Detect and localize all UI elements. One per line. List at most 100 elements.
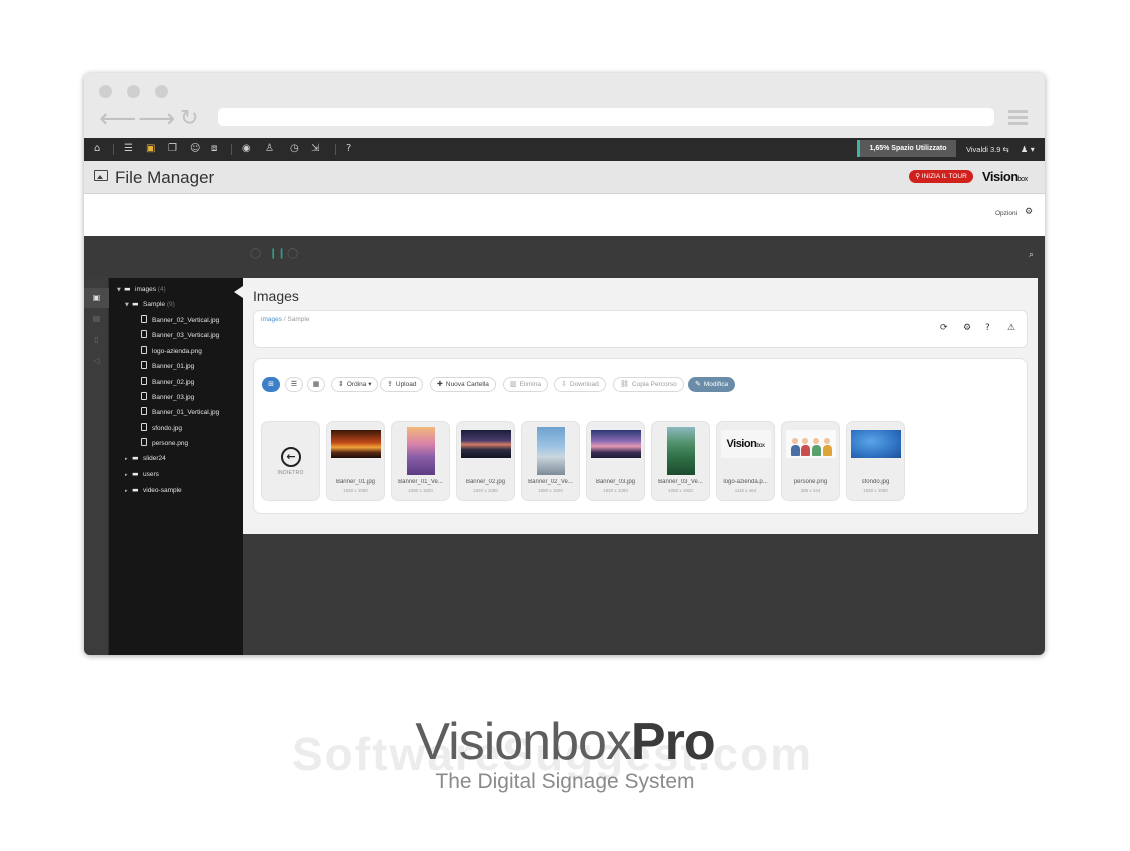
tree-file[interactable]: Banner_02_Vertical.jpg: [141, 315, 219, 326]
help-icon[interactable]: ?: [346, 142, 351, 156]
file-tile[interactable]: Visionbox logo-azienda.p... 1115 x 464: [716, 421, 775, 501]
file-manager-icon: [94, 170, 108, 181]
start-tour-button[interactable]: ⚲ INIZIA IL TOUR: [909, 170, 973, 183]
tree-folder-users[interactable]: ▸ ▬ users: [125, 469, 159, 480]
start-tour-label: INIZIA IL TOUR: [921, 173, 967, 180]
file-dimensions: 1080 x 1920: [408, 488, 433, 493]
storage-usage-bar: 1,65% Spazio Utilizzato: [857, 140, 956, 157]
download-icon: ⇩: [561, 380, 567, 388]
file-tile[interactable]: sfondo.jpg 1920 x 1080: [846, 421, 905, 501]
file-tile[interactable]: Banner_02.jpg 1920 x 1080: [456, 421, 515, 501]
rail-audio-icon[interactable]: ◁: [84, 351, 109, 371]
grid-view-button[interactable]: ⊞: [262, 377, 280, 392]
panel-pointer: [234, 286, 243, 298]
calendar-view-button[interactable]: ▦: [307, 377, 325, 392]
file-name: Banner_01_Ve...: [398, 479, 443, 485]
tree-file[interactable]: Banner_01_Vertical.jpg: [141, 407, 219, 418]
next-icon[interactable]: ◯: [287, 249, 298, 259]
address-bar[interactable]: [218, 108, 994, 126]
caret-down-icon[interactable]: ▼: [125, 300, 132, 310]
tree-file[interactable]: logo-azienda.png: [141, 346, 202, 357]
pause-icon[interactable]: ❙❙: [269, 249, 286, 259]
file-name: Banner_03.jpg: [595, 479, 636, 485]
breadcrumb-root-link[interactable]: images: [261, 316, 282, 323]
sort-button[interactable]: ⇕ Ordina ▾: [331, 377, 379, 392]
app-toolbar: ⌂ ☰ ▣ ❐ ☺ ⧈ ◉ ♙ ◷ ⇲ ? 1,65% Spazio Utili…: [84, 138, 1045, 161]
edit-button[interactable]: ✎ Modifica: [688, 377, 736, 392]
file-icon: [141, 330, 147, 338]
tree-file[interactable]: Banner_03_Vertical.jpg: [141, 330, 219, 341]
image-thumbnail: [850, 430, 901, 458]
tree-file[interactable]: Banner_02.jpg: [141, 377, 194, 388]
file-tile[interactable]: Banner_01_Ve... 1080 x 1920: [391, 421, 450, 501]
list-icon[interactable]: ☰: [124, 142, 133, 156]
forward-arrow-icon[interactable]: ⟶: [138, 106, 175, 132]
file-gallery: ⊞ ☰ ▦ ⇕ Ordina ▾ ⇪ Upload ✚ Nuova Cartella …: [253, 358, 1028, 514]
file-dimensions: 1920 x 1080: [603, 488, 628, 493]
help-circle-icon[interactable]: ?: [985, 323, 990, 333]
list-view-button[interactable]: ☰: [285, 377, 303, 392]
grid-icon: ⊞: [268, 380, 274, 388]
toolbar-divider: [231, 144, 232, 155]
layers-icon[interactable]: ❐: [168, 142, 177, 156]
home-icon[interactable]: ⌂: [94, 142, 100, 156]
prev-icon[interactable]: ◯: [250, 249, 261, 259]
user-label[interactable]: Vivaldi 3.9 ⇆: [966, 138, 1009, 161]
eye-icon[interactable]: ◉: [242, 142, 251, 156]
export-icon[interactable]: ⇲: [311, 142, 319, 156]
gear-icon[interactable]: ⚙: [1025, 207, 1033, 217]
file-icon: [141, 346, 147, 354]
tree-folder-sample[interactable]: ▼ ▬ Sample (9): [125, 299, 175, 310]
rail-images-icon[interactable]: ▣: [84, 288, 109, 308]
box-icon[interactable]: ⧈: [211, 142, 217, 156]
tree-folder-video-sample[interactable]: ▸ ▬ video-sample: [125, 485, 182, 496]
image-icon[interactable]: ▣: [146, 142, 155, 156]
settings-icon[interactable]: ⚙: [963, 323, 971, 333]
tree-file[interactable]: Banner_01.jpg: [141, 361, 194, 372]
image-thumbnail: [590, 430, 641, 458]
tree-file[interactable]: persone.png: [141, 438, 188, 449]
clock-icon[interactable]: ◷: [290, 142, 299, 156]
download-button[interactable]: ⇩ Download: [554, 377, 606, 392]
back-arrow-icon[interactable]: ⟵: [99, 106, 136, 132]
delete-button[interactable]: ▥ Elimina: [503, 377, 548, 392]
tree-file[interactable]: Banner_03.jpg: [141, 392, 194, 403]
tree-folder-slider24[interactable]: ▸ ▬ slider24: [125, 453, 166, 464]
file-tile[interactable]: persone.png 388 x 244: [781, 421, 840, 501]
folder-icon: ▬: [132, 454, 139, 462]
caret-right-icon[interactable]: ▸: [125, 454, 132, 464]
images-panel: Images images / Sample ⟳ ⚙ ? ⚠ ⊞ ☰ ▦ ⇕ Or…: [243, 278, 1038, 534]
tree-file[interactable]: sfondo.jpg: [141, 423, 182, 434]
window-dot-2[interactable]: [127, 85, 140, 98]
reload-icon[interactable]: ↻: [180, 108, 198, 130]
caret-right-icon[interactable]: ▸: [125, 470, 132, 480]
rail-document-icon[interactable]: ▯: [84, 330, 109, 350]
panel-title: Images: [253, 288, 299, 304]
options-strip: Opzioni ⚙: [84, 194, 1045, 236]
refresh-icon[interactable]: ⟳: [940, 323, 948, 333]
user-menu-icon[interactable]: ♟ ▾: [1021, 138, 1035, 161]
warning-icon[interactable]: ⚠: [1007, 323, 1015, 333]
file-tile[interactable]: Banner_03_Ve... 1080 x 1920: [651, 421, 710, 501]
rail-video-icon[interactable]: ▤: [84, 309, 109, 329]
options-label[interactable]: Opzioni: [995, 210, 1017, 217]
file-tile[interactable]: Banner_02_Ve... 1080 x 1920: [521, 421, 580, 501]
window-dot-3[interactable]: [155, 85, 168, 98]
new-folder-button[interactable]: ✚ Nuova Cartella: [430, 377, 496, 392]
copy-path-button[interactable]: ⛓ Copia Percorso: [613, 377, 684, 392]
file-icon: [141, 315, 147, 323]
smiley-icon[interactable]: ☺: [190, 142, 200, 156]
window-dot-1[interactable]: [99, 85, 112, 98]
caret-right-icon[interactable]: ▸: [125, 486, 132, 496]
file-name: Banner_01.jpg: [335, 479, 376, 485]
upload-button[interactable]: ⇪ Upload: [380, 377, 424, 392]
back-tile[interactable]: ← INDIETRO: [261, 421, 320, 501]
file-tile[interactable]: Banner_03.jpg 1920 x 1080: [586, 421, 645, 501]
user-settings-icon[interactable]: ♙: [265, 142, 274, 156]
browser-menu-icon[interactable]: [1008, 110, 1028, 128]
file-tile[interactable]: Banner_01.jpg 1920 x 1080: [326, 421, 385, 501]
file-name: sfondo.jpg: [861, 479, 890, 485]
search-icon[interactable]: ⌕: [1029, 250, 1034, 260]
tree-folder-images[interactable]: ▼ ▬ images (4): [117, 284, 166, 295]
caret-down-icon[interactable]: ▼: [117, 285, 124, 295]
